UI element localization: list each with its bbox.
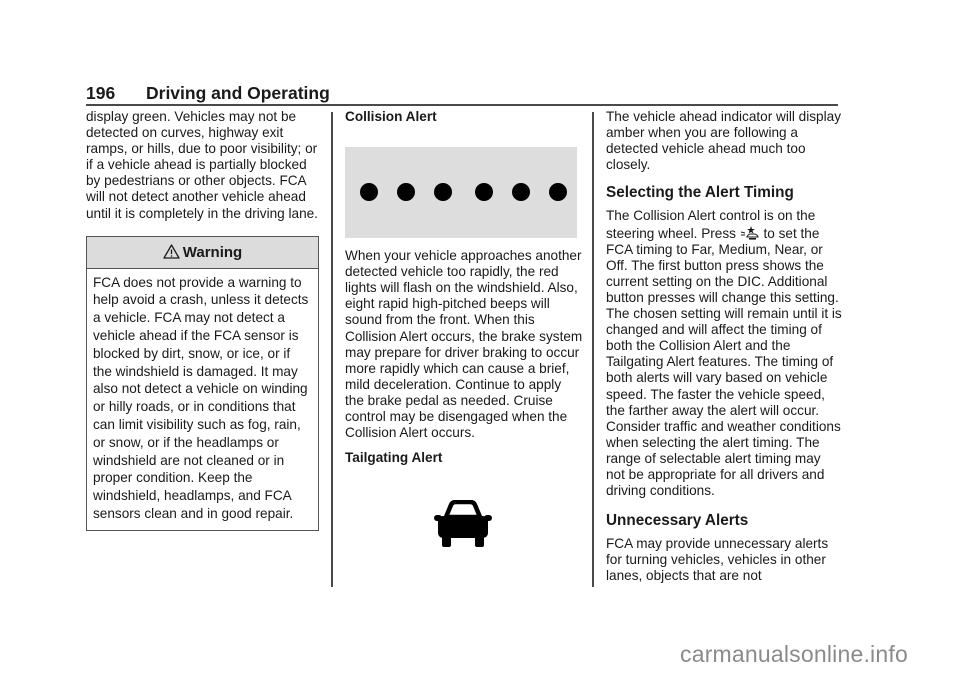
column-1: display green. Vehicles may not be detec… <box>86 109 322 531</box>
warning-title: Warning <box>182 243 243 261</box>
alert-timing-heading: Selecting the Alert Timing <box>606 184 794 202</box>
unnecessary-alerts-paragraph: FCA may provide unnecessary alerts for t… <box>606 536 829 584</box>
column-3: The vehicle ahead indicator will display… <box>606 109 842 585</box>
column-2: Collision Alert When your vehicle approa… <box>345 109 583 558</box>
column-divider <box>331 112 333 587</box>
watermark: carmanualsonline.info <box>680 641 908 667</box>
warning-box: Warning FCA does not provide a warning t… <box>86 235 319 531</box>
page-number: 196 <box>86 83 116 103</box>
tailgating-alert-heading: Tailgating Alert <box>345 450 443 466</box>
warning-header: Warning <box>87 236 318 269</box>
vehicle-ahead-icon <box>434 500 492 548</box>
warning-body: FCA does not provide a warning to help a… <box>93 274 309 522</box>
timing-text-after: to set the FCA timing to Far, Medium, Ne… <box>606 225 842 499</box>
alert-light-icon <box>360 183 378 202</box>
section-title: Driving and Operating <box>146 83 330 103</box>
page-header: 196 Driving and Operating <box>86 80 838 106</box>
unnecessary-alerts-heading: Unnecessary Alerts <box>606 512 749 530</box>
intro-paragraph: display green. Vehicles may not be detec… <box>86 109 318 221</box>
collision-alert-heading: Collision Alert <box>345 109 437 124</box>
alert-light-icon <box>475 183 493 202</box>
alert-light-icon <box>397 183 415 202</box>
alert-light-icon <box>549 183 567 202</box>
collision-alert-lights-figure <box>345 147 577 239</box>
alert-light-icon <box>434 183 452 202</box>
collision-alert-button-icon <box>740 225 759 240</box>
alert-light-icon <box>512 183 530 202</box>
alert-timing-paragraph: The Collision Alert control is on the st… <box>606 208 842 499</box>
warning-triangle-icon <box>163 244 180 259</box>
tailgating-alert-figure <box>345 466 583 558</box>
column-divider <box>592 112 594 587</box>
vehicle-ahead-paragraph: The vehicle ahead indicator will display… <box>606 109 841 173</box>
collision-alert-paragraph: When your vehicle approaches another det… <box>345 248 583 441</box>
